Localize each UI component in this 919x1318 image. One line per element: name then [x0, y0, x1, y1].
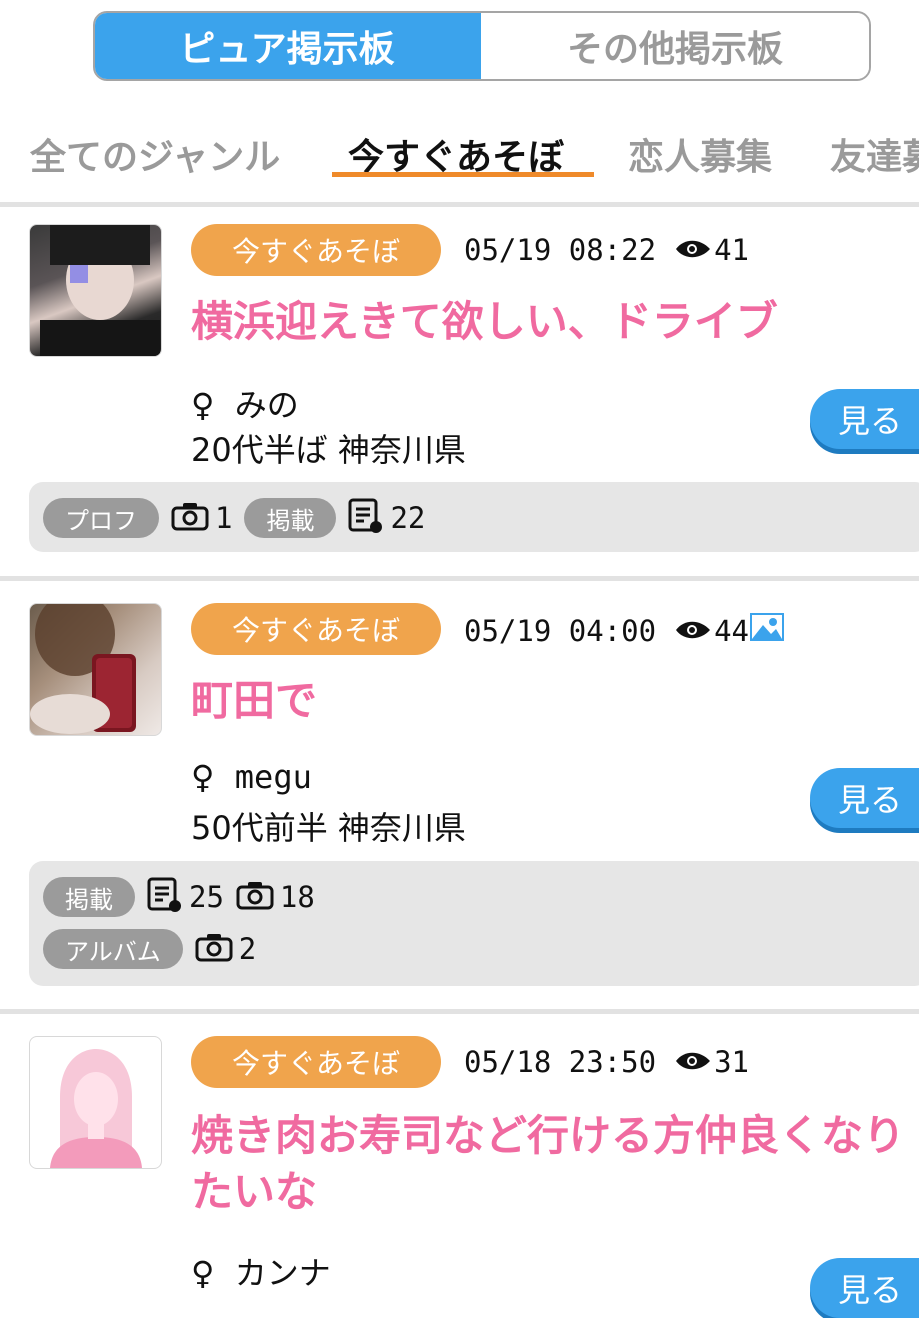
- avatar[interactable]: [29, 1036, 162, 1169]
- post-history-icon: [145, 876, 183, 918]
- female-symbol: ♀: [191, 386, 215, 424]
- divider: [0, 1009, 919, 1014]
- tab-all-genres[interactable]: 全てのジャンル: [30, 128, 280, 180]
- view-button[interactable]: 見る: [810, 389, 919, 449]
- post-datetime: 05/18 23:50: [464, 1045, 657, 1079]
- genre-badge: 今すぐあそぼ: [191, 1036, 441, 1088]
- image-attached-icon: [749, 612, 785, 649]
- post-meta: 05/18 23:50 31: [464, 1045, 749, 1079]
- divider: [0, 202, 919, 207]
- poster-age-area: 50代前半 神奈川県: [191, 809, 466, 847]
- eye-icon: [674, 614, 712, 648]
- genre-badge: 今すぐあそぼ: [191, 224, 441, 276]
- view-count: 31: [714, 1045, 749, 1079]
- default-female-avatar-icon: [50, 1049, 142, 1168]
- post-datetime: 05/19 08:22: [464, 233, 657, 267]
- divider: [0, 576, 919, 581]
- genre-badge: 今すぐあそぼ: [191, 603, 441, 655]
- poster-name-line: ♀ megu: [191, 758, 312, 796]
- post-history-icon: [346, 497, 384, 539]
- pure-board-tab[interactable]: ピュア掲示板: [95, 13, 481, 79]
- album-count: 2: [238, 932, 257, 966]
- avatar[interactable]: [29, 603, 162, 736]
- posting-pill[interactable]: 掲載: [43, 877, 135, 917]
- view-button[interactable]: 見る: [810, 1258, 919, 1318]
- post-datetime: 05/19 04:00: [464, 613, 657, 648]
- album-pill[interactable]: アルバム: [43, 929, 183, 969]
- poster-age-area: 20代半ば 神奈川県: [191, 431, 466, 469]
- photo-count: 18: [279, 880, 315, 914]
- poster-name: みの: [234, 386, 299, 424]
- other-board-tab[interactable]: その他掲示板: [481, 13, 869, 79]
- avatar-photo: [30, 604, 136, 734]
- post-stats: プロフ 1 掲載 22: [29, 482, 919, 552]
- active-tab-indicator: [332, 172, 594, 177]
- posting-pill[interactable]: 掲載: [244, 498, 337, 538]
- poster-name-line: ♀ カンナ: [191, 1248, 331, 1294]
- profile-photo-count: 1: [215, 501, 233, 535]
- post-stats: 掲載 25 18 アルバム 2: [29, 861, 919, 986]
- avatar-photo: [40, 225, 160, 356]
- eye-icon: [674, 233, 712, 267]
- post-meta: 05/19 08:22 41: [464, 233, 749, 267]
- post-meta: 05/19 04:00 44: [464, 612, 785, 649]
- camera-icon: [171, 501, 209, 535]
- profile-pill[interactable]: プロフ: [43, 498, 159, 538]
- view-button[interactable]: 見る: [810, 768, 919, 828]
- poster-name: megu: [234, 758, 312, 796]
- camera-icon: [236, 880, 274, 914]
- posting-count: 22: [390, 501, 426, 535]
- tab-friend[interactable]: 友達募: [830, 128, 919, 180]
- post-title[interactable]: 焼き肉お寿司など行ける方仲良くなりたいな: [191, 1108, 911, 1220]
- post-title[interactable]: 町田で: [191, 673, 911, 729]
- posting-count: 25: [189, 880, 224, 914]
- view-count: 44: [714, 613, 749, 648]
- female-symbol: ♀: [191, 758, 215, 796]
- poster-name: カンナ: [234, 1254, 331, 1292]
- eye-icon: [674, 1045, 712, 1079]
- post-title[interactable]: 横浜迎えきて欲しい、ドライブ: [191, 294, 911, 350]
- avatar[interactable]: [29, 224, 162, 357]
- board-type-toggle: ピュア掲示板 その他掲示板: [93, 11, 871, 81]
- camera-icon: [195, 932, 233, 966]
- poster-name-line: ♀ みの: [191, 380, 299, 426]
- view-count: 41: [714, 233, 749, 267]
- tab-lover[interactable]: 恋人募集: [628, 128, 772, 180]
- female-symbol: ♀: [191, 1254, 215, 1292]
